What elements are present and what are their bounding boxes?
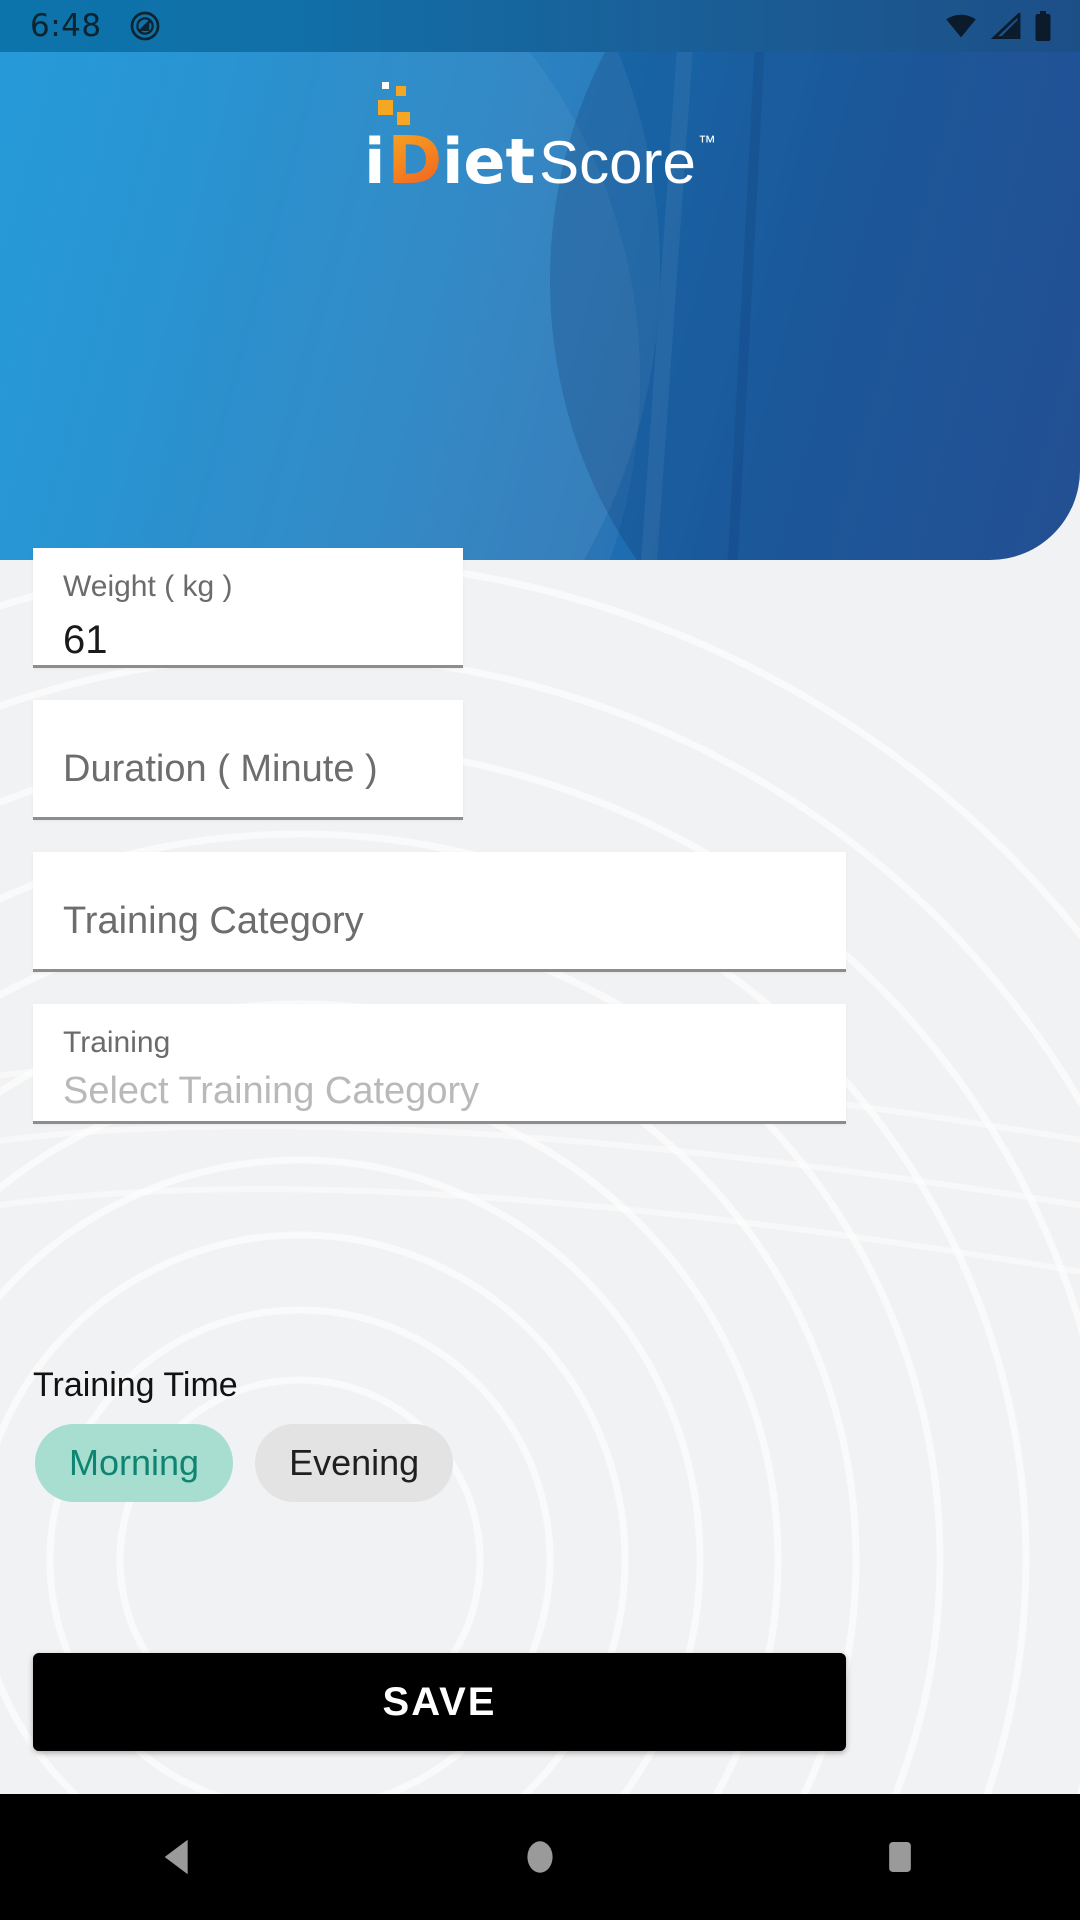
training-category-field[interactable]: Training Category [33,852,846,972]
dnd-icon [130,11,160,41]
status-bar: 6:48 [0,0,1080,52]
nav-back-slot[interactable] [0,1834,360,1880]
training-log-form: Weight ( kg ) 61 Duration ( Minute ) Tra… [0,0,1080,1920]
save-button[interactable]: SAVE [33,1653,846,1751]
training-input[interactable]: Select Training Category [63,1070,479,1113]
nav-home-slot[interactable] [360,1836,720,1878]
training-time-chip-morning[interactable]: Morning [35,1424,234,1502]
status-bar-left-icons [128,9,162,43]
duration-input[interactable]: Duration ( Minute ) [63,748,378,791]
wifi-icon [946,14,976,38]
weight-input[interactable]: 61 [63,618,108,663]
status-bar-right-icons [944,11,1052,41]
android-nav-bar [0,1794,1080,1920]
training-label: Training [63,1026,171,1059]
nav-recents-slot[interactable] [720,1837,1080,1877]
back-button-icon[interactable] [157,1834,203,1880]
battery-icon [1035,11,1051,41]
training-time-label: Training Time [33,1366,238,1404]
training-category-input[interactable]: Training Category [63,900,364,943]
weight-field[interactable]: Weight ( kg ) 61 [33,548,463,668]
status-bar-clock: 6:48 [30,8,102,44]
training-time-chip-evening[interactable]: Evening [255,1424,454,1502]
training-time-chip-group: Morning Evening [35,1424,454,1502]
training-time-chip-morning-label: Morning [69,1442,200,1483]
home-button-icon[interactable] [519,1836,561,1878]
weight-label: Weight ( kg ) [63,570,233,603]
app-screen: i D iet Score ™ Add Training Log Weight … [0,0,1080,1920]
signal-icon [990,13,1021,39]
training-field[interactable]: Training Select Training Category [33,1004,846,1124]
training-time-chip-evening-label: Evening [289,1442,420,1483]
duration-field[interactable]: Duration ( Minute ) [33,700,463,820]
save-button-label: SAVE [382,1679,497,1724]
recents-button-icon[interactable] [880,1837,920,1877]
